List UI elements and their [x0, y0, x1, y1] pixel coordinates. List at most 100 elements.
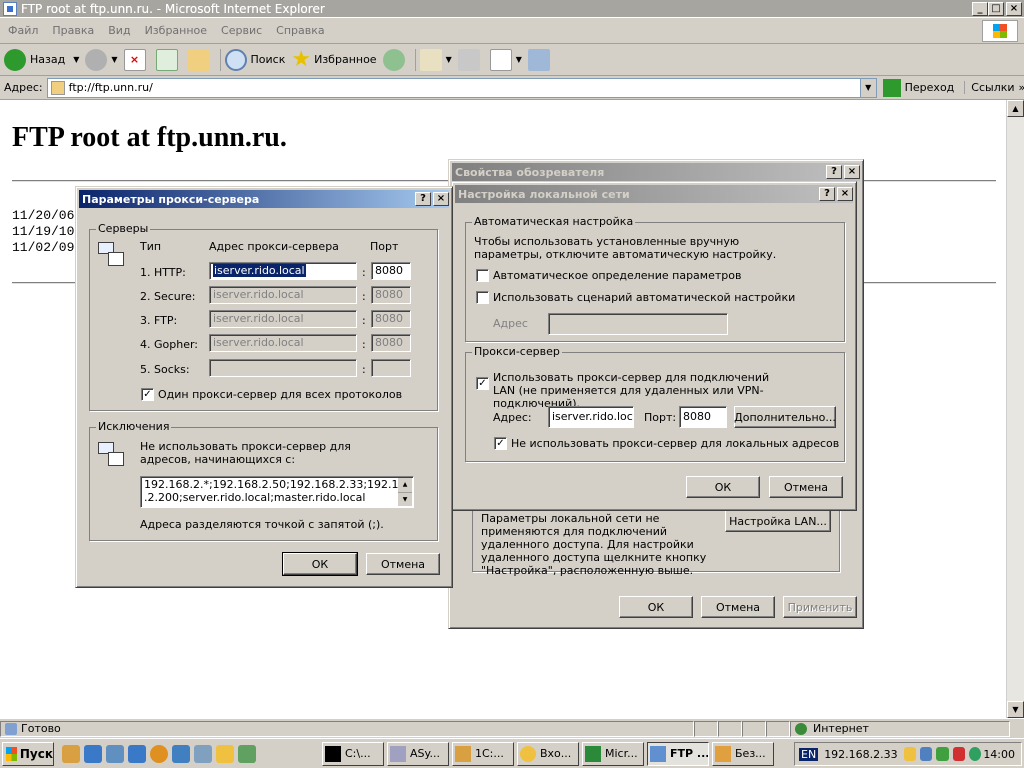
refresh-button[interactable] [155, 48, 182, 71]
socks-address-input[interactable] [209, 359, 357, 377]
socks-port-input[interactable] [371, 359, 411, 377]
options-ok-button[interactable]: ОК [619, 596, 693, 618]
quicklaunch-outlook-icon[interactable] [172, 744, 190, 763]
scroll-up-icon[interactable]: ▲ [1007, 100, 1024, 117]
forward-button[interactable]: ▼ [85, 48, 118, 71]
quicklaunch-ie2-icon[interactable] [128, 744, 146, 763]
quicklaunch-desktop-icon[interactable] [106, 744, 124, 763]
quicklaunch-media-icon[interactable] [150, 744, 168, 763]
menu-file[interactable]: Файл [8, 24, 38, 37]
scroll-down-icon[interactable]: ▼ [398, 493, 412, 506]
task-ftp[interactable]: FTP ... [647, 741, 709, 766]
task-1c[interactable]: 1С:... [452, 741, 514, 766]
lan-settings-title: Настройка локальной сети [458, 187, 630, 201]
proxy-ok-button[interactable]: ОК [282, 552, 358, 576]
menu-favorites[interactable]: Избранное [145, 24, 207, 37]
minimize-button[interactable]: _ [972, 1, 988, 16]
close-button[interactable]: × [844, 165, 860, 179]
task-inbox[interactable]: Вхо... [517, 741, 579, 766]
bypass-local-checkbox[interactable]: ✓ [494, 437, 507, 450]
lan-settings-button[interactable]: Настройка LAN... [725, 510, 831, 532]
proxy-port-input[interactable]: 8080 [679, 406, 727, 428]
quicklaunch-clock-icon[interactable] [216, 744, 234, 763]
options-apply-button[interactable]: Применить [783, 596, 857, 618]
auto-script-checkbox[interactable] [476, 291, 489, 304]
forward-dropdown-icon[interactable]: ▼ [111, 55, 117, 64]
ftp-address-input[interactable]: iserver.rido.local [209, 310, 357, 328]
language-indicator[interactable]: EN [799, 747, 819, 761]
http-address-input[interactable]: iserver.rido.local [209, 262, 357, 280]
stop-button[interactable]: × [123, 48, 150, 71]
script-address-input[interactable] [548, 313, 728, 335]
links-button[interactable]: Ссылки [964, 81, 1015, 94]
task-asy[interactable]: ASy... [387, 741, 449, 766]
scroll-up-icon[interactable]: ▲ [398, 478, 412, 493]
task-paint[interactable]: Без... [712, 741, 774, 766]
search-button[interactable]: Поиск [219, 48, 285, 71]
print-button[interactable] [457, 48, 484, 71]
lan-cancel-button[interactable]: Отмена [769, 476, 843, 498]
gopher-port-input[interactable]: 8080 [371, 334, 411, 352]
back-label: Назад [30, 53, 66, 66]
home-button[interactable] [187, 48, 214, 71]
ie-icon [3, 1, 17, 16]
asy-icon [390, 745, 406, 762]
quicklaunch-network-icon[interactable] [238, 744, 256, 763]
go-button[interactable]: Переход [882, 78, 954, 97]
menu-help[interactable]: Справка [276, 24, 324, 37]
quicklaunch-app-icon[interactable] [194, 744, 212, 763]
help-button[interactable]: ? [819, 187, 835, 201]
auto-config-group: Автоматическая настройка Чтобы использов… [465, 215, 845, 342]
secure-port-input[interactable]: 8080 [371, 286, 411, 304]
secure-address-input[interactable]: iserver.rido.local [209, 286, 357, 304]
mail-button[interactable]: ▼ [414, 48, 452, 71]
exceptions-scrollbar[interactable]: ▲ ▼ [398, 478, 412, 506]
ftp-port-input[interactable]: 8080 [371, 310, 411, 328]
edit-dropdown-icon[interactable]: ▼ [516, 55, 522, 64]
quicklaunch-1c-icon[interactable] [62, 744, 80, 763]
lan-ok-button[interactable]: ОК [686, 476, 760, 498]
back-button[interactable]: Назад ▼ [4, 48, 79, 71]
tray-clock-icon[interactable] [903, 747, 916, 761]
vertical-scrollbar[interactable]: ▲ ▼ [1006, 100, 1024, 718]
forward-arrow-icon [85, 48, 108, 71]
maximize-button[interactable]: □ [988, 1, 1004, 16]
options-cancel-button[interactable]: Отмена [701, 596, 775, 618]
quicklaunch-ie-icon[interactable] [84, 744, 102, 763]
exceptions-textarea[interactable]: 192.168.2.*;192.168.2.50;192.168.2.33;19… [140, 476, 414, 508]
proxy-cancel-button[interactable]: Отмена [366, 553, 440, 575]
edit-button[interactable]: ▼ [489, 48, 522, 71]
advanced-button[interactable]: Дополнительно... [734, 406, 836, 428]
chevron-right-icon[interactable]: » [1019, 81, 1024, 94]
http-port-input[interactable]: 8080 [371, 262, 411, 280]
tray-antivirus-icon[interactable] [952, 747, 965, 761]
menu-tools[interactable]: Сервис [221, 24, 262, 37]
history-button[interactable] [382, 48, 409, 71]
mail-dropdown-icon[interactable]: ▼ [446, 55, 452, 64]
address-input[interactable]: ftp://ftp.unn.ru/ ▼ [46, 77, 877, 98]
gopher-address-input[interactable]: iserver.rido.local [209, 334, 357, 352]
task-cmd[interactable]: C:\... [322, 741, 384, 766]
back-dropdown-icon[interactable]: ▼ [73, 55, 79, 64]
messenger-button[interactable] [527, 48, 554, 71]
close-button[interactable]: × [433, 192, 449, 206]
help-button[interactable]: ? [826, 165, 842, 179]
tray-app-icon[interactable] [936, 747, 949, 761]
close-button[interactable]: × [837, 187, 853, 201]
task-excel[interactable]: Micr... [582, 741, 644, 766]
close-button[interactable]: × [1006, 1, 1022, 16]
address-dropdown-icon[interactable]: ▼ [859, 78, 876, 97]
menu-view[interactable]: Вид [108, 24, 130, 37]
start-button[interactable]: Пуск [2, 741, 54, 766]
scroll-down-icon[interactable]: ▼ [1007, 701, 1024, 718]
same-proxy-checkbox[interactable]: ✓ [141, 388, 154, 401]
help-button[interactable]: ? [415, 192, 431, 206]
proxy-address-input[interactable]: iserver.rido.loca [548, 406, 634, 428]
auto-detect-checkbox[interactable] [476, 269, 489, 282]
use-proxy-checkbox[interactable]: ✓ [476, 377, 489, 390]
favorites-button[interactable]: ★ Избранное [291, 47, 376, 72]
exceptions-label: Исключения [96, 420, 172, 433]
tray-network-icon[interactable] [920, 747, 933, 761]
menu-edit[interactable]: Правка [52, 24, 94, 37]
tray-status-icon[interactable] [968, 747, 982, 761]
